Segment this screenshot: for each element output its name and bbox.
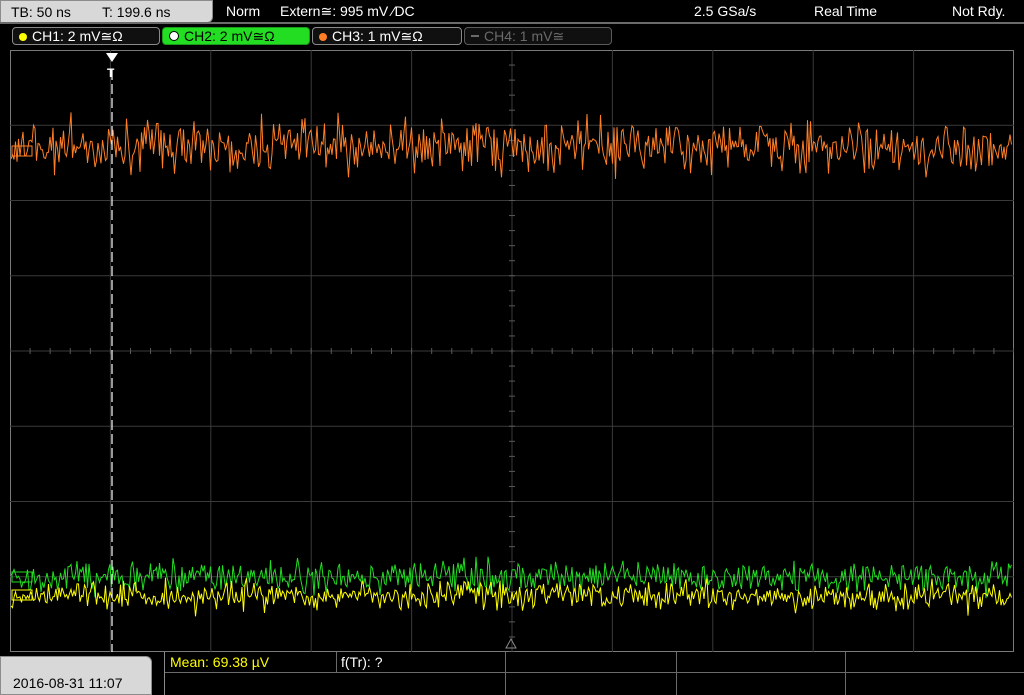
trigger-marker-label: T bbox=[107, 66, 115, 80]
tab-ch1[interactable]: CH1: 2 mV≅Ω bbox=[12, 27, 160, 45]
timebase-box[interactable]: TB: 50 ns T: 199.6 ns bbox=[0, 0, 213, 23]
ch2-label: CH2: 2 mV≅Ω bbox=[184, 28, 275, 44]
trigger-source-label[interactable]: Extern≅: 995 mV ⁄DC bbox=[280, 3, 415, 20]
waveform-display[interactable]: T bbox=[10, 50, 1014, 652]
datetime-label: 2016-08-31 11:07 bbox=[13, 675, 123, 691]
tab-ch3[interactable]: CH3: 1 mV≅Ω bbox=[312, 27, 462, 45]
measurement-panel: Mean: 69.38 µV f(Tr): ? bbox=[164, 652, 1024, 695]
acq-state-label: Not Rdy. bbox=[952, 3, 1006, 19]
timebase-label: TB: 50 ns bbox=[11, 4, 71, 20]
measurement-slot-5[interactable] bbox=[846, 652, 1024, 673]
ch4-label: CH4: 1 mV≅ bbox=[484, 28, 565, 44]
ch1-label: CH1: 2 mV≅Ω bbox=[32, 28, 123, 44]
ch3-dot-icon bbox=[319, 33, 327, 41]
measurement-freq-value: f(Tr): ? bbox=[341, 654, 383, 670]
channel-tabs: CH1: 2 mV≅Ω CH2: 2 mV≅Ω CH3: 1 mV≅Ω CH4:… bbox=[0, 25, 1024, 47]
trigger-mode-label[interactable]: Norm bbox=[226, 3, 260, 19]
datetime-box: 2016-08-31 11:07 bbox=[0, 656, 152, 695]
trigger-time-label: T: 199.6 ns bbox=[102, 4, 171, 20]
measurement-slot-7[interactable] bbox=[506, 673, 677, 695]
measurement-slot-8[interactable] bbox=[677, 673, 846, 695]
measurement-slot-6[interactable] bbox=[165, 673, 506, 695]
sample-rate-label: 2.5 GSa/s bbox=[694, 3, 757, 19]
ch4-dash-icon bbox=[471, 35, 479, 37]
ch2-dot-icon bbox=[169, 31, 179, 41]
tab-ch4[interactable]: CH4: 1 mV≅ bbox=[464, 27, 612, 45]
acq-mode-label: Real Time bbox=[814, 3, 878, 19]
measurement-freq[interactable]: f(Tr): ? bbox=[337, 652, 506, 673]
measurement-mean-value: Mean: 69.38 µV bbox=[170, 654, 270, 670]
measurement-slot-3[interactable] bbox=[506, 652, 677, 673]
status-divider bbox=[0, 22, 1024, 24]
ch1-dot-icon bbox=[19, 33, 27, 41]
ch3-label: CH3: 1 mV≅Ω bbox=[332, 28, 423, 44]
measurement-mean[interactable]: Mean: 69.38 µV bbox=[165, 652, 337, 673]
measurement-slot-4[interactable] bbox=[677, 652, 846, 673]
tab-ch2[interactable]: CH2: 2 mV≅Ω bbox=[162, 27, 310, 45]
status-bar: TB: 50 ns T: 199.6 ns Norm Extern≅: 995 … bbox=[0, 0, 1024, 24]
